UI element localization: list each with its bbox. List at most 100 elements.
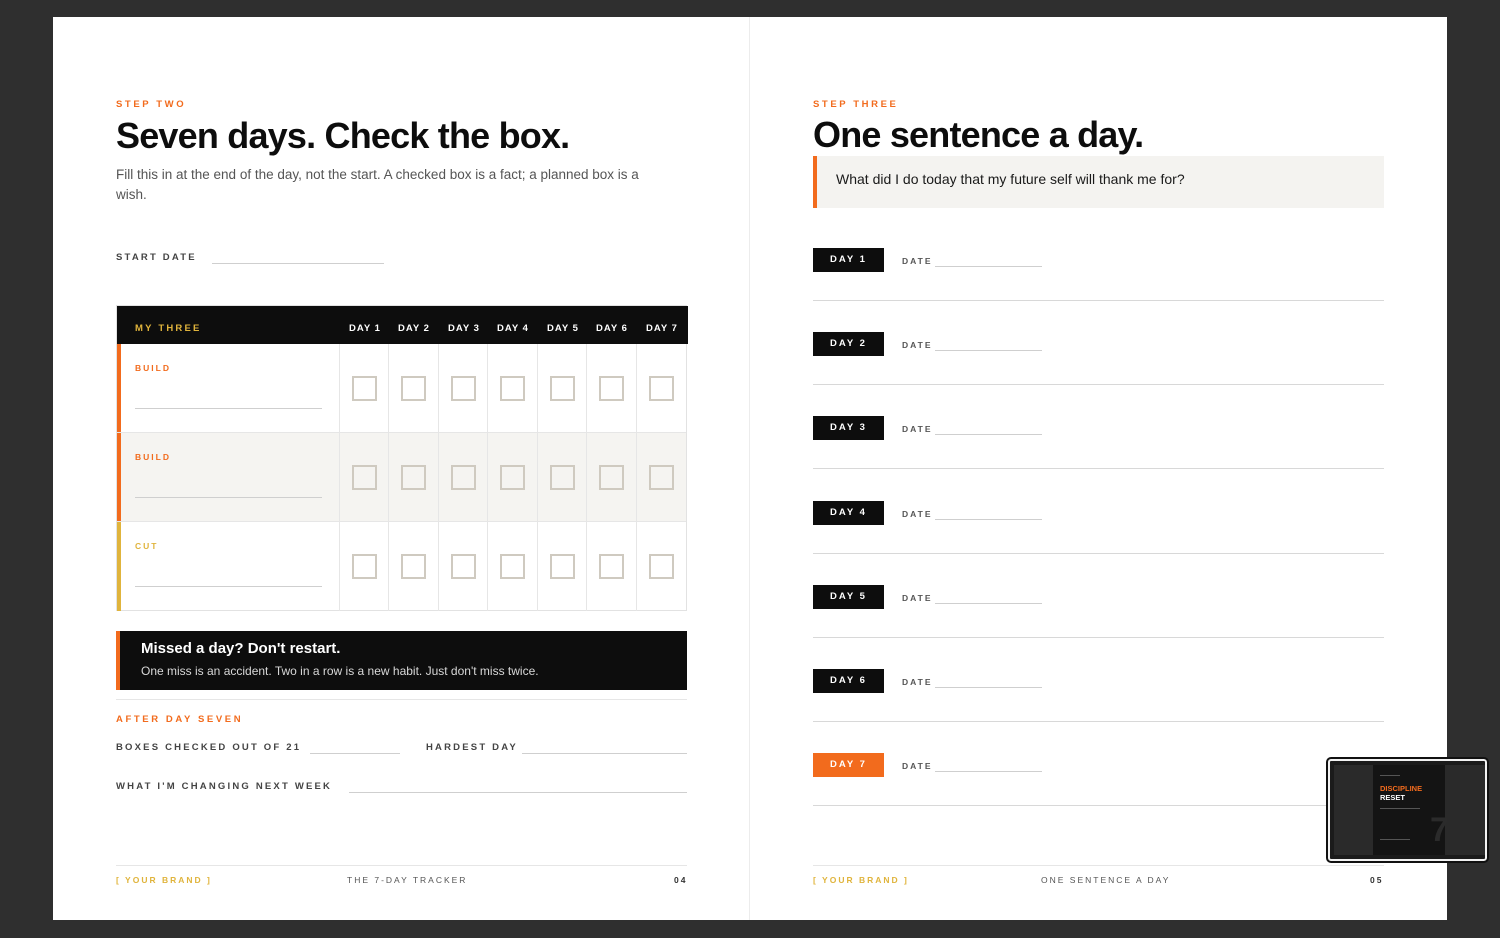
date-field[interactable] [935,687,1042,688]
day-checkbox[interactable] [352,376,377,401]
callout-body: One miss is an accident. Two in a row is… [141,664,539,678]
sentence-field[interactable] [813,468,1384,469]
habit-row: BUILD [117,433,686,522]
column-separator [339,344,340,432]
sentence-field[interactable] [813,637,1384,638]
sentence-field[interactable] [813,384,1384,385]
prompt-text: What did I do today that my future self … [836,171,1185,187]
after-heading: AFTER DAY SEVEN [116,714,244,725]
day-checkbox[interactable] [649,465,674,490]
date-label: DATE [902,509,933,519]
date-field[interactable] [935,266,1042,267]
footer-section: THE 7-DAY TRACKER [347,875,468,885]
sentence-field[interactable] [813,553,1384,554]
footer-divider [813,865,1384,866]
habit-label: BUILD [135,452,171,462]
date-label: DATE [902,677,933,687]
day-checkbox[interactable] [599,554,624,579]
tracker-header: MY THREE DAY 1 DAY 2 DAY 3 DAY 4 DAY 5 D… [117,306,688,344]
sentence-field[interactable] [813,721,1384,722]
day-checkbox[interactable] [500,554,525,579]
day-checkbox[interactable] [649,376,674,401]
thumbnail-number: 7 [1430,811,1449,849]
page-number: 04 [674,875,688,885]
day-checkbox[interactable] [550,554,575,579]
day-badge: DAY 5 [813,585,884,609]
day-checkbox[interactable] [451,465,476,490]
date-field[interactable] [935,434,1042,435]
page-title: One sentence a day. [813,114,1144,155]
sentence-field[interactable] [813,300,1384,301]
thumbnail-line [1380,775,1400,776]
column-separator [438,433,439,521]
day-header: DAY 2 [398,323,430,334]
habit-row: CUT [117,522,686,611]
day-checkbox[interactable] [401,465,426,490]
day-badge: DAY 4 [813,501,884,525]
day-header: DAY 5 [547,323,579,334]
day-checkbox[interactable] [451,554,476,579]
day-checkbox[interactable] [401,376,426,401]
hardest-day-field[interactable] [522,753,687,754]
start-date-label: START DATE [116,252,197,263]
changing-field[interactable] [349,792,687,793]
day-checkbox[interactable] [500,465,525,490]
boxes-checked-field[interactable] [310,753,400,754]
column-separator [388,344,389,432]
page-left: STEP TWO Seven days. Check the box. Fill… [53,17,749,920]
habit-name-field[interactable] [135,497,322,498]
day-badge: DAY 3 [813,416,884,440]
column-separator [487,522,488,611]
row-accent-bar [117,344,121,432]
day-header: DAY 7 [646,323,678,334]
column-separator [586,344,587,432]
footer-brand: [ YOUR BRAND ] [813,875,909,885]
day-checkbox[interactable] [352,554,377,579]
column-separator [438,344,439,432]
changing-label: WHAT I'M CHANGING NEXT WEEK [116,781,333,792]
column-separator [636,344,637,432]
date-label: DATE [902,761,933,771]
thumbnail-title-line1: DISCIPLINE [1380,784,1423,793]
page-lede: Fill this in at the end of the day, not … [116,167,639,202]
date-field[interactable] [935,603,1042,604]
start-date-field[interactable] [212,263,384,264]
date-label: DATE [902,424,933,434]
missed-day-callout: Missed a day? Don't restart. One miss is… [116,631,687,690]
day-badge: DAY 1 [813,248,884,272]
column-separator [339,522,340,611]
step-eyebrow: STEP THREE [813,99,899,110]
day-checkbox[interactable] [550,465,575,490]
journal-entry: DAY 1 DATE [813,248,1384,301]
day-checkbox[interactable] [401,554,426,579]
column-separator [388,433,389,521]
tracker-header-label: MY THREE [135,323,202,334]
date-field[interactable] [935,350,1042,351]
day-checkbox[interactable] [599,376,624,401]
footer-divider [116,865,687,866]
callout-accent-bar [116,631,120,690]
date-field[interactable] [935,519,1042,520]
habit-name-field[interactable] [135,586,322,587]
column-separator [339,433,340,521]
footer-brand: [ YOUR BRAND ] [116,875,212,885]
page-thumbnail-preview[interactable]: DISCIPLINE RESET 7 [1326,757,1489,863]
habit-name-field[interactable] [135,408,322,409]
day-checkbox[interactable] [500,376,525,401]
sentence-field[interactable] [813,805,1384,806]
day-header: DAY 1 [349,323,381,334]
day-header: DAY 3 [448,323,480,334]
hardest-day-label: HARDEST DAY [426,742,518,753]
thumbnail-side-page [1445,765,1485,855]
day-checkbox[interactable] [599,465,624,490]
habit-label: BUILD [135,363,171,373]
date-field[interactable] [935,771,1042,772]
day-checkbox[interactable] [550,376,575,401]
date-label: DATE [902,593,933,603]
day-checkbox[interactable] [451,376,476,401]
day-checkbox[interactable] [649,554,674,579]
habit-tracker-table: MY THREE DAY 1 DAY 2 DAY 3 DAY 4 DAY 5 D… [116,305,688,611]
day-header: DAY 4 [497,323,529,334]
row-accent-bar [117,433,121,521]
day-checkbox[interactable] [352,465,377,490]
